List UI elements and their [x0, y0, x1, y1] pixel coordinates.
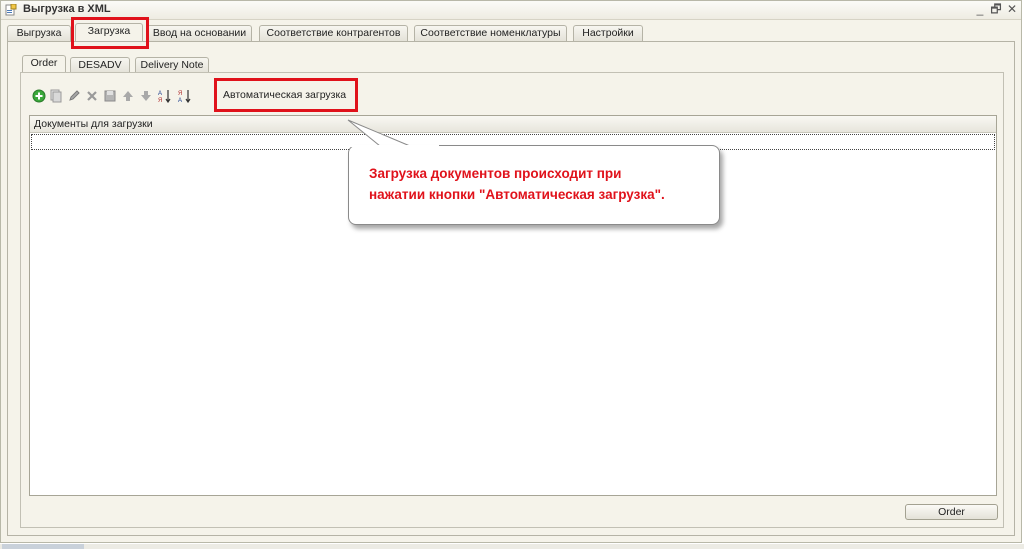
- tab-vygruzka[interactable]: Выгрузка: [7, 25, 71, 41]
- move-up-icon[interactable]: [121, 89, 135, 103]
- callout-text: Загрузка документов происходит при нажат…: [369, 163, 709, 205]
- edit-icon[interactable]: [67, 89, 81, 103]
- close-button[interactable]: ✕: [1005, 2, 1019, 16]
- order-button[interactable]: Order: [905, 504, 998, 520]
- svg-text:Я: Я: [158, 98, 162, 103]
- subtab-order[interactable]: Order: [22, 55, 66, 73]
- restore-button[interactable]: 🗗: [989, 2, 1003, 16]
- highlight-auto-load-button: [214, 78, 358, 112]
- move-down-icon[interactable]: [139, 89, 153, 103]
- callout-line-2: нажатии кнопки "Автоматическая загрузка"…: [369, 187, 665, 202]
- table-header: Документы для загрузки: [30, 116, 996, 133]
- callout-pointer-mask: [349, 145, 439, 147]
- tab-sootvetstvie-nomenklatury[interactable]: Соответствие номенклатуры: [414, 25, 567, 41]
- svg-text:А: А: [178, 98, 182, 103]
- minimize-button[interactable]: _: [973, 2, 987, 16]
- add-icon[interactable]: [32, 89, 46, 103]
- subtab-desadv[interactable]: DESADV: [70, 57, 130, 73]
- status-bar: [0, 544, 1024, 549]
- callout-bubble: Загрузка документов происходит при нажат…: [348, 145, 720, 225]
- tab-sootvetstvie-kontragentov[interactable]: Соответствие контрагентов: [259, 25, 408, 41]
- app-window: Выгрузка в XML _ 🗗 ✕ Выгрузка Загрузка В…: [0, 0, 1022, 543]
- copy-icon[interactable]: [49, 89, 63, 103]
- app-icon: [5, 4, 17, 16]
- tab-vvod-na-osnovanii[interactable]: Ввод на основании: [147, 25, 252, 41]
- title-bar: Выгрузка в XML _ 🗗 ✕: [1, 1, 1021, 20]
- sort-asc-icon[interactable]: А Я: [158, 89, 174, 103]
- delete-icon[interactable]: [85, 89, 99, 103]
- save-icon[interactable]: [103, 89, 117, 103]
- svg-text:А: А: [158, 91, 162, 97]
- status-segment: [2, 544, 84, 549]
- window-title: Выгрузка в XML: [23, 3, 111, 15]
- highlight-zagruzka-tab: [71, 17, 149, 49]
- subtab-delivery-note[interactable]: Delivery Note: [135, 57, 209, 73]
- sort-desc-icon[interactable]: Я А: [178, 89, 194, 103]
- callout-line-1: Загрузка документов происходит при: [369, 166, 622, 181]
- tab-nastroyki[interactable]: Настройки: [573, 25, 643, 41]
- svg-text:Я: Я: [178, 91, 182, 97]
